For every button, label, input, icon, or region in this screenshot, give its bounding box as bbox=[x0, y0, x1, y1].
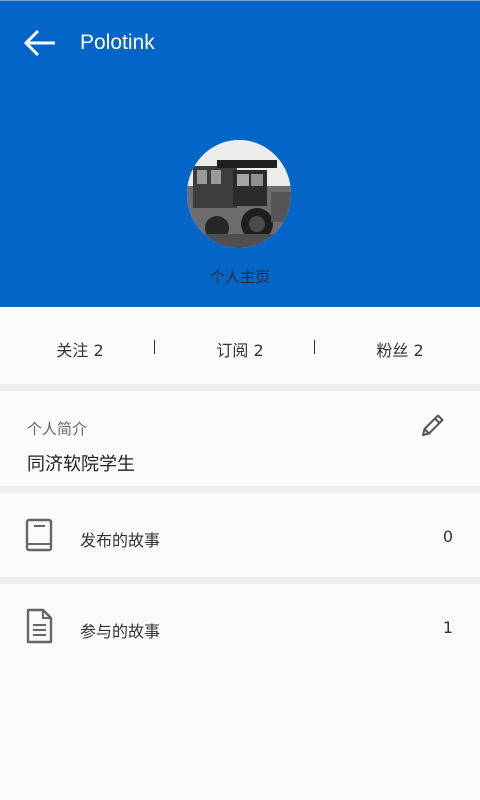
bio-section: 个人简介 同济软院学生 bbox=[0, 391, 480, 486]
stats-separator bbox=[154, 340, 155, 354]
arrow-left-icon bbox=[23, 29, 55, 57]
stats-bar: 关注 2 订阅 2 粉丝 2 bbox=[0, 307, 480, 384]
avatar-photo bbox=[187, 140, 291, 248]
avatar[interactable] bbox=[187, 140, 291, 248]
section-divider bbox=[0, 577, 480, 584]
stats-separator bbox=[314, 340, 315, 354]
profile-home-label: 个人主页 bbox=[209, 268, 270, 286]
joined-stories-count: 1 bbox=[442, 618, 453, 637]
following-count[interactable]: 关注 2 bbox=[56, 337, 103, 361]
pencil-icon bbox=[422, 414, 444, 436]
edit-bio-button[interactable] bbox=[419, 411, 447, 439]
published-stories-row[interactable]: 发布的故事 0 bbox=[0, 493, 480, 577]
bio-text: 同济软院学生 bbox=[27, 454, 135, 475]
back-button[interactable] bbox=[22, 28, 58, 58]
section-divider bbox=[0, 384, 480, 391]
joined-stories-row[interactable]: 参与的故事 1 bbox=[0, 584, 480, 668]
bio-label: 个人简介 bbox=[27, 420, 88, 438]
section-divider bbox=[0, 486, 480, 493]
app-title: Polotink bbox=[80, 31, 155, 54]
profile-header: Polotink 个人主页 bbox=[0, 0, 480, 307]
published-stories-label: 发布的故事 bbox=[80, 531, 161, 550]
subscriptions-count[interactable]: 订阅 2 bbox=[216, 337, 263, 361]
book-icon bbox=[25, 518, 53, 552]
status-edge bbox=[0, 0, 480, 1]
published-stories-count: 0 bbox=[442, 527, 453, 546]
joined-stories-label: 参与的故事 bbox=[80, 622, 161, 641]
document-icon bbox=[26, 608, 53, 644]
fans-count[interactable]: 粉丝 2 bbox=[376, 337, 423, 361]
